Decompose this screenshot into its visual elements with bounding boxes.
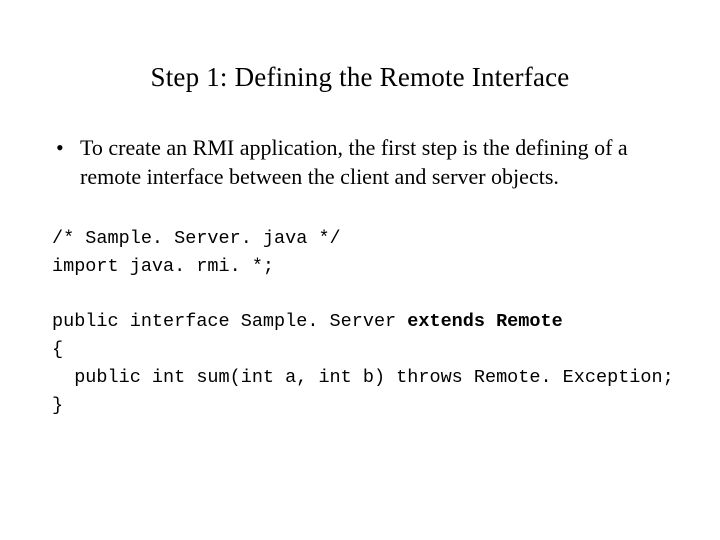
bullet-list: To create an RMI application, the first … <box>50 133 670 191</box>
slide-title: Step 1: Defining the Remote Interface <box>50 62 670 93</box>
code-line: public interface Sample. Server <box>52 311 407 332</box>
code-keyword: extends Remote <box>407 311 562 332</box>
slide: Step 1: Defining the Remote Interface To… <box>0 0 720 540</box>
code-block: /* Sample. Server. java */ import java. … <box>52 225 670 419</box>
code-line: { <box>52 339 63 360</box>
code-line: /* Sample. Server. java */ <box>52 228 341 249</box>
code-line: public int sum(int a, int b) throws Remo… <box>52 367 674 388</box>
code-line: import java. rmi. *; <box>52 256 274 277</box>
code-line: } <box>52 395 63 416</box>
bullet-item: To create an RMI application, the first … <box>54 133 670 191</box>
